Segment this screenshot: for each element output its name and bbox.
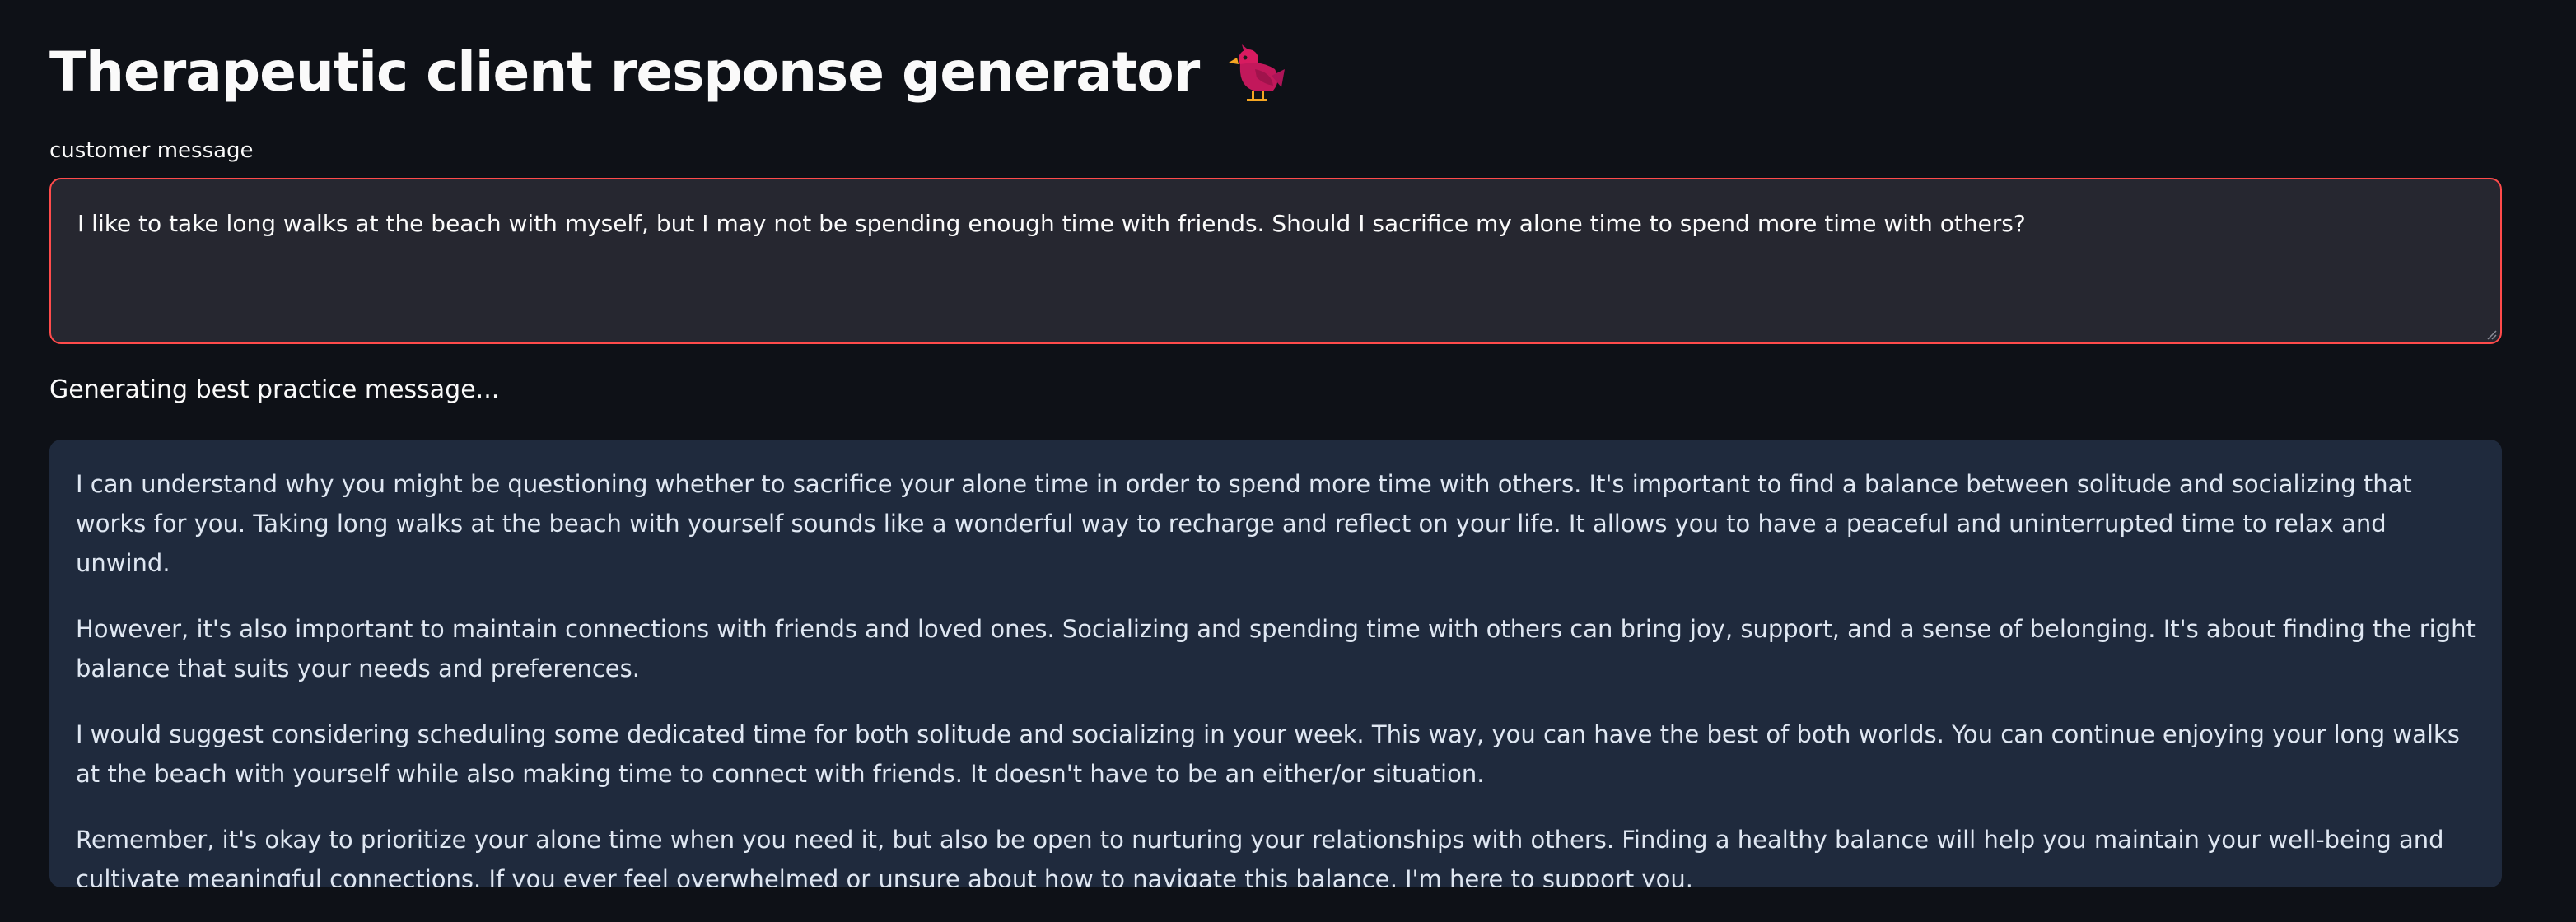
customer-message-input[interactable]: I like to take long walks at the beach w…: [51, 179, 2500, 342]
app-page: Therapeutic client response generator cu…: [0, 0, 2576, 922]
response-paragraph: I would suggest considering scheduling s…: [76, 720, 2460, 788]
customer-message-label: customer message: [49, 138, 254, 163]
response-paragraph: Remember, it's okay to prioritize your a…: [76, 826, 2444, 887]
response-paragraph: However, it's also important to maintain…: [76, 615, 2476, 682]
response-paragraph: I can understand why you might be questi…: [76, 470, 2412, 577]
customer-message-field-wrapper: I like to take long walks at the beach w…: [49, 178, 2502, 344]
response-box: I can understand why you might be questi…: [49, 440, 2502, 887]
bird-icon: [1224, 40, 1286, 105]
resize-handle-icon[interactable]: [2485, 328, 2497, 340]
status-message: Generating best practice message...: [49, 375, 500, 404]
header: Therapeutic client response generator: [49, 33, 1286, 112]
page-title: Therapeutic client response generator: [49, 40, 1200, 104]
